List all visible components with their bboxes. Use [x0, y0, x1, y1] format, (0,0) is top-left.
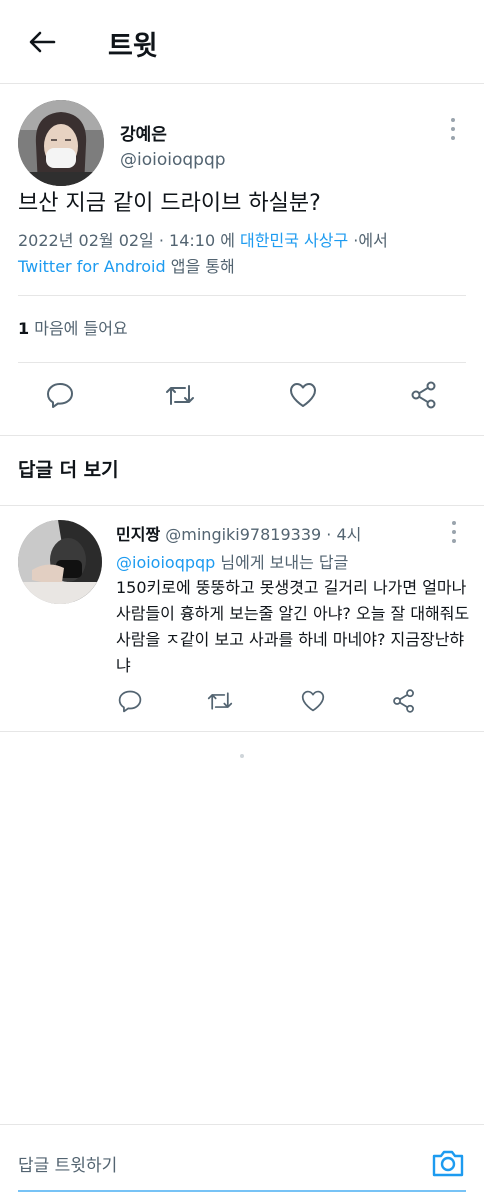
reply-text: 150키로에 뚱뚱하고 못생겻고 길거리 나가면 얼마나 사람들이 흉하게 보는… [116, 578, 470, 675]
divider [0, 435, 484, 436]
reply-to-handle[interactable]: @ioioioqpqp [116, 553, 215, 572]
likes-number: 1 [18, 319, 30, 338]
tweet-location-link[interactable]: 대한민국 사상구 [240, 231, 348, 250]
more-vertical-icon[interactable] [449, 521, 459, 543]
reply-header: 민지짱 @mingiki97819339 · 4시 [116, 521, 361, 545]
reply-author-name[interactable]: 민지짱 [116, 525, 160, 544]
reply-author-handle[interactable]: @mingiki97819339 [165, 525, 321, 544]
compose-underline [18, 1190, 466, 1192]
camera-icon[interactable] [430, 1145, 466, 1181]
reply-time: · 4시 [326, 525, 362, 544]
author-handle[interactable]: @ioioioqpqp [120, 150, 226, 170]
reply-avatar[interactable] [18, 520, 102, 604]
share-icon[interactable] [384, 681, 424, 721]
tweet-text: 브산 지금 같이 드라이브 하실분? [18, 191, 321, 216]
tweet-actions [0, 375, 484, 423]
likes-count[interactable]: 1 마음에 들어요 [18, 315, 128, 339]
loading-indicator [240, 754, 244, 758]
reply-compose-bar[interactable]: 답글 트윗하기 [0, 1124, 484, 1200]
like-icon[interactable] [283, 375, 323, 415]
tweet-client-suffix: 앱을 통해 [170, 257, 235, 276]
page-title: 트윗 [108, 31, 158, 62]
reply-to-line: @ioioioqpqp 님에게 보내는 답글 [116, 549, 348, 573]
back-arrow-icon[interactable] [26, 26, 58, 58]
tweet-date: 2022년 02월 02일 · 14:10 에 [18, 231, 235, 250]
like-icon[interactable] [293, 681, 333, 721]
tweet-client-link[interactable]: Twitter for Android [18, 257, 166, 276]
reply-item[interactable]: 민지짱 @mingiki97819339 · 4시 @ioioioqpqp 님에… [0, 505, 484, 731]
share-icon[interactable] [404, 375, 444, 415]
more-replies-heading: 답글 더 보기 [18, 459, 119, 481]
author-name[interactable]: 강예은 [120, 120, 167, 145]
top-bar: 트윗 [0, 0, 484, 84]
reply-icon[interactable] [110, 681, 150, 721]
retweet-icon[interactable] [160, 375, 200, 415]
reply-icon[interactable] [40, 375, 80, 415]
divider [0, 731, 484, 732]
tweet-location-suffix: ·에서 [353, 231, 388, 250]
more-vertical-icon[interactable] [448, 118, 458, 140]
reply-to-suffix: 님에게 보내는 답글 [220, 553, 349, 572]
avatar[interactable] [18, 100, 104, 186]
divider [18, 362, 466, 363]
divider [18, 295, 466, 296]
likes-label: 마음에 들어요 [34, 319, 128, 338]
tweet-meta: 2022년 02월 02일 · 14:10 에 대한민국 사상구 ·에서 Twi… [18, 228, 466, 280]
tweet-author: 강예은 @ioioioqpqp [18, 100, 466, 188]
reply-compose-input[interactable]: 답글 트윗하기 [18, 1151, 117, 1176]
retweet-icon[interactable] [200, 681, 240, 721]
